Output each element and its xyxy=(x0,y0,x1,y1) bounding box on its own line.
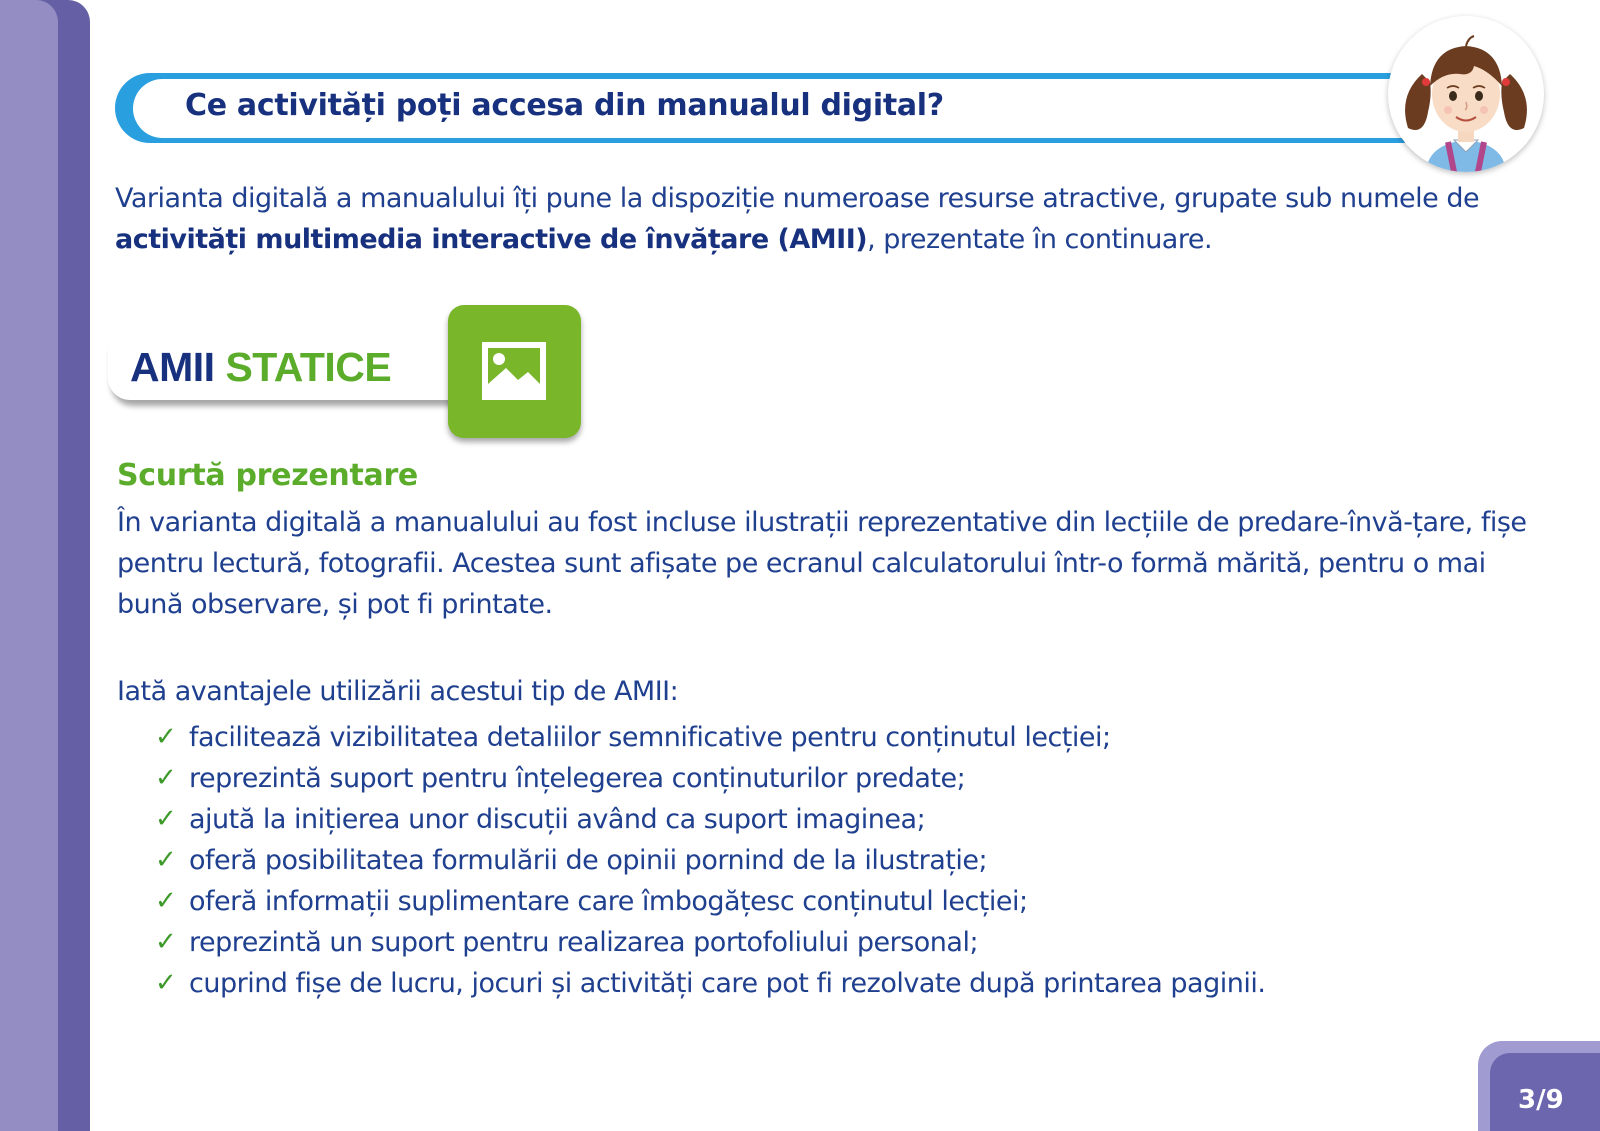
check-icon: ✓ xyxy=(155,804,177,834)
summary-heading: Scurtă prezentare xyxy=(117,458,418,493)
list-item: ✓ ajută la inițierea unor discuții având … xyxy=(155,799,1265,840)
check-icon: ✓ xyxy=(155,845,177,875)
section-title: AMII STATICE xyxy=(130,344,392,390)
list-item: ✓ oferă posibilitatea formulării de opini… xyxy=(155,840,1265,881)
left-side-bar xyxy=(0,0,90,1131)
check-icon: ✓ xyxy=(155,722,177,752)
list-item: ✓ cuprind fișe de lucru, jocuri și activi… xyxy=(155,963,1266,1004)
list-item: ✓ reprezintă suport pentru înțelegerea co… xyxy=(155,758,1265,799)
girl-avatar-icon xyxy=(1405,35,1527,172)
check-icon: ✓ xyxy=(155,886,177,916)
page-title: Ce activități poți accesa din manualul d… xyxy=(185,88,944,123)
advantages-intro: Iată avantajele utilizării acestui tip d… xyxy=(117,676,679,707)
image-icon xyxy=(482,342,546,400)
list-item: ✓ facilitează vizibilitatea detaliilor se… xyxy=(155,717,1265,758)
check-icon: ✓ xyxy=(155,927,177,957)
list-item: ✓ oferă informații suplimentare care îmbo… xyxy=(155,881,1265,922)
intro-paragraph: Varianta digitală a manualului îți pune … xyxy=(115,183,1480,255)
intro-bold-term: activități multimedia interactive de înv… xyxy=(115,224,868,255)
page-number: 3/9 xyxy=(1518,1085,1564,1115)
advantages-list: ✓ facilitează vizibilitatea detaliilor se… xyxy=(155,717,1266,1004)
list-item: ✓ reprezintă un suport pentru realizarea … xyxy=(155,922,1265,963)
summary-paragraph: În varianta digitală a manualului au fos… xyxy=(117,507,1527,620)
check-icon: ✓ xyxy=(155,968,177,998)
image-icon-tile xyxy=(448,305,581,438)
check-icon: ✓ xyxy=(155,763,177,793)
left-side-bar-inner xyxy=(0,0,58,1131)
girl-avatar-illustration xyxy=(1388,16,1544,172)
